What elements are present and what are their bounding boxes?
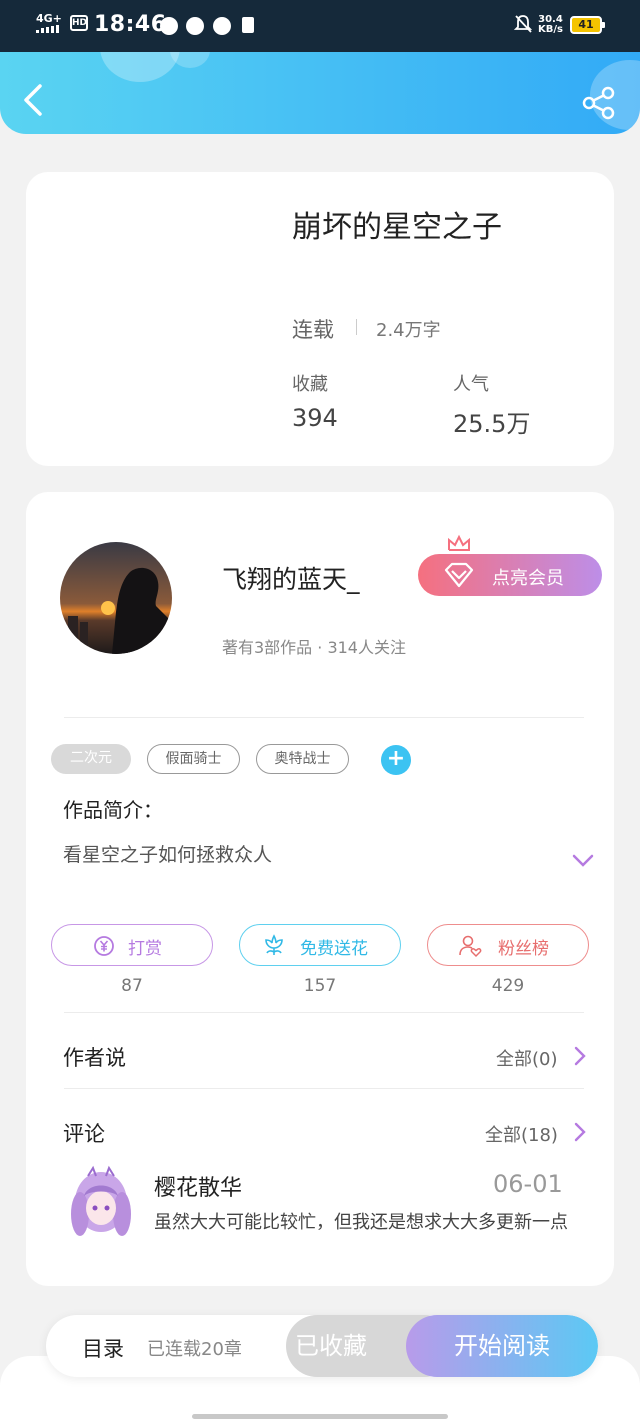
clock: 18:46 (94, 12, 167, 37)
favorites-label: 收藏 (292, 374, 328, 395)
hd-badge: HD (70, 15, 88, 31)
comments-title: 评论 (63, 1122, 105, 1146)
notification-icon (186, 17, 204, 35)
divider (64, 1012, 584, 1013)
send-flower-label: 免费送花 (300, 939, 368, 959)
notification-icon (160, 17, 178, 35)
bottom-action-bar: 目录 已连载20章 已收藏 开始阅读 (46, 1315, 598, 1377)
book-info-card: 崩坏的星空之子 连载 2.4万字 收藏 394 人气 25.5万 (26, 172, 614, 466)
vip-button[interactable]: 点亮会员 (418, 534, 602, 596)
back-button[interactable] (20, 82, 50, 118)
flower-count: 157 (303, 976, 337, 996)
fan-ranking-label: 粉丝榜 (498, 939, 549, 959)
crown-icon (448, 534, 470, 551)
book-details-card: 飞翔的蓝天_ 点亮会员 著有3部作品 · 314人关注 二次元 假面骑士 奥特战… (26, 492, 614, 1286)
home-indicator[interactable] (192, 1414, 448, 1419)
status-bar: 4G+ HD 18:46 30.4 KB/s 41 (0, 0, 640, 52)
top-header (0, 52, 640, 134)
intro-text: 看星空之子如何拯救众人 (63, 844, 273, 866)
flower-icon (265, 934, 283, 955)
network-indicator: 4G+ (36, 13, 64, 35)
fans-count: 429 (491, 976, 525, 996)
word-count: 2.4万字 (376, 320, 441, 341)
popularity-label: 人气 (453, 374, 489, 395)
commenter-avatar[interactable] (66, 1164, 136, 1240)
send-flower-button[interactable]: 免费送花 (239, 924, 401, 966)
tag-item[interactable]: 奥特战士 (256, 744, 349, 774)
notification-icon (213, 17, 231, 35)
divider (356, 319, 357, 335)
book-status: 连载 (292, 318, 334, 342)
toc-button[interactable]: 目录 (82, 1333, 124, 1363)
chevron-right-icon[interactable] (574, 1122, 586, 1142)
comments-all-link[interactable]: 全部(18) (485, 1121, 558, 1147)
start-reading-button[interactable]: 开始阅读 (406, 1315, 598, 1377)
book-title: 崩坏的星空之子 (292, 210, 502, 245)
user-heart-icon (459, 935, 482, 958)
intro-title: 作品简介： (63, 798, 163, 822)
reward-label: 打赏 (128, 939, 162, 959)
chevron-down-icon[interactable] (572, 854, 594, 868)
share-button[interactable] (582, 86, 616, 120)
divider (64, 1088, 584, 1089)
favorites-value: 394 (292, 404, 338, 432)
decor-bubble (100, 52, 180, 82)
mute-bell-icon (514, 15, 532, 33)
network-speed: 30.4 KB/s (538, 15, 563, 35)
signal-icon (36, 25, 59, 33)
comment-date: 06-01 (493, 1170, 563, 1198)
author-meta: 著有3部作品 · 314人关注 (222, 638, 406, 657)
speed-unit: KB/s (538, 24, 563, 35)
notification-icon (242, 17, 254, 33)
reward-button[interactable]: 打赏 (51, 924, 213, 966)
collected-label: 已收藏 (295, 1332, 367, 1360)
author-avatar[interactable] (60, 542, 172, 654)
chevron-right-icon[interactable] (574, 1046, 586, 1066)
author-says-all-link[interactable]: 全部(0) (496, 1045, 558, 1071)
coin-icon (94, 936, 114, 956)
tag-item[interactable]: 二次元 (51, 744, 131, 774)
comment-text[interactable]: 虽然大大可能比较忙，但我还是想求大大多更新一点 (154, 1210, 574, 1236)
add-tag-button[interactable]: + (381, 745, 411, 775)
commenter-name[interactable]: 樱花散华 (154, 1170, 242, 1202)
tag-item[interactable]: 假面骑士 (147, 744, 240, 774)
decor-bubble (170, 52, 210, 68)
chapter-count[interactable]: 已连载20章 (147, 1335, 242, 1361)
author-says-title: 作者说 (63, 1046, 126, 1070)
author-name[interactable]: 飞翔的蓝天_ (222, 560, 360, 596)
popularity-value: 25.5万 (453, 410, 531, 438)
battery-icon: 41 (570, 16, 605, 34)
vip-label: 点亮会员 (492, 568, 564, 589)
reward-count: 87 (121, 976, 143, 996)
diamond-icon (444, 562, 474, 588)
fan-ranking-button[interactable]: 粉丝榜 (427, 924, 589, 966)
network-type: 4G+ (36, 12, 62, 25)
divider (64, 717, 584, 718)
